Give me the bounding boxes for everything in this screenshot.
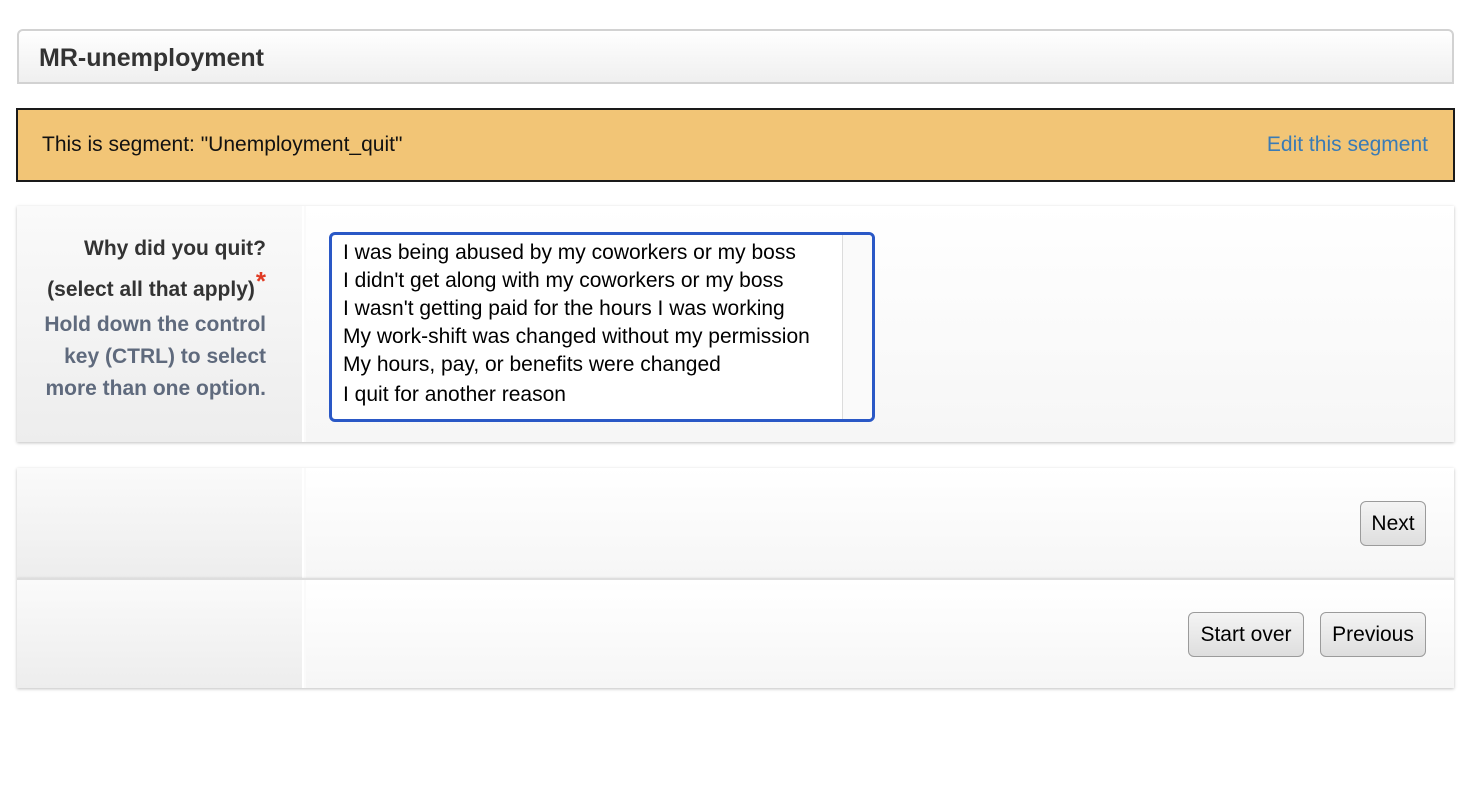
question-subtext-label: (select all that apply) bbox=[47, 278, 255, 301]
start-over-button[interactable]: Start over bbox=[1188, 612, 1304, 657]
option-other-reason[interactable]: I quit for another reason bbox=[343, 383, 566, 407]
option-shift-changed[interactable]: My work-shift was changed without my per… bbox=[343, 325, 810, 349]
question-input-cell: I was being abused by my coworkers or my… bbox=[306, 206, 1454, 442]
segment-text: This is segment: "Unemployment_quit" bbox=[42, 133, 403, 156]
segment-banner: This is segment: "Unemployment_quit" Edi… bbox=[16, 108, 1455, 182]
page-title: MR-unemployment bbox=[39, 44, 264, 72]
page-header: MR-unemployment bbox=[17, 29, 1454, 84]
option-abused[interactable]: I was being abused by my coworkers or my… bbox=[343, 241, 796, 265]
question-hint: Hold down the control key (CTRL) to sele… bbox=[44, 313, 266, 400]
question-label: Why did you quit? (select all that apply… bbox=[26, 230, 266, 405]
edit-segment-link[interactable]: Edit this segment bbox=[1267, 133, 1428, 157]
back-row: Start over Previous bbox=[17, 578, 1454, 688]
question-subtext: (select all that apply)* bbox=[26, 266, 266, 309]
option-didnt-get-along[interactable]: I didn't get along with my coworkers or … bbox=[343, 269, 784, 293]
option-not-paid[interactable]: I wasn't getting paid for the hours I wa… bbox=[343, 297, 785, 321]
next-button[interactable]: Next bbox=[1360, 501, 1426, 546]
question-text: Why did you quit? bbox=[84, 237, 266, 260]
back-row-label-cell bbox=[17, 580, 304, 688]
option-hours-pay-changed[interactable]: My hours, pay, or benefits were changed bbox=[343, 353, 721, 377]
next-row-label-cell bbox=[17, 468, 304, 578]
required-marker: * bbox=[255, 266, 266, 296]
question-label-cell: Why did you quit? (select all that apply… bbox=[17, 206, 304, 442]
back-row-content-cell: Start over Previous bbox=[306, 580, 1454, 688]
question-row: Why did you quit? (select all that apply… bbox=[17, 206, 1454, 442]
next-row-content-cell: Next bbox=[306, 468, 1454, 578]
select-scrollbar[interactable] bbox=[842, 235, 872, 419]
previous-button[interactable]: Previous bbox=[1320, 612, 1426, 657]
next-row: Next bbox=[17, 468, 1454, 578]
quit-reasons-multiselect[interactable]: I was being abused by my coworkers or my… bbox=[329, 232, 875, 422]
